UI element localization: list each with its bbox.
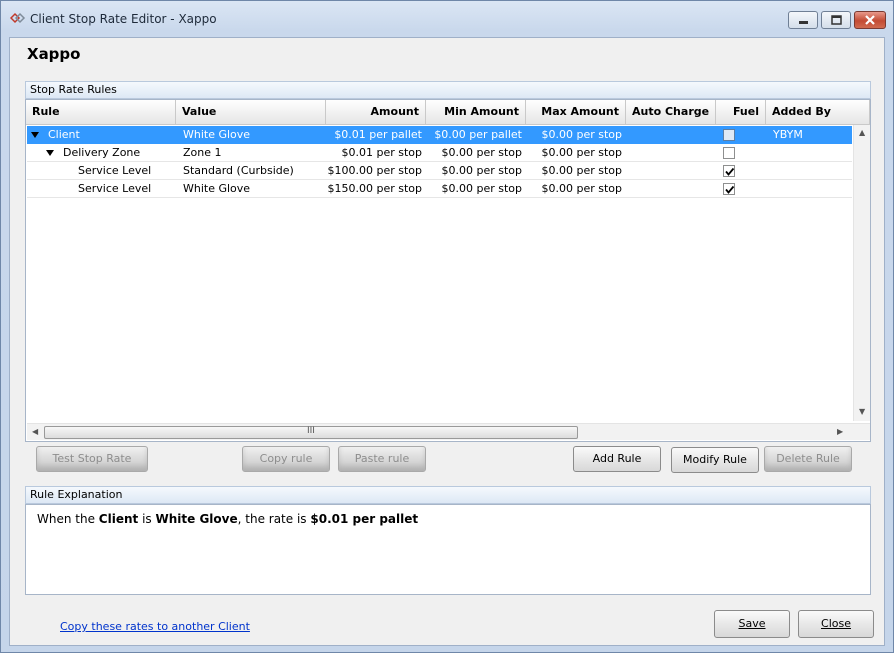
rule-explanation-text: When the Client is White Glove, the rate… <box>37 512 418 526</box>
table-row[interactable]: Client White Glove $0.01 per pallet $0.0… <box>27 126 852 144</box>
stop-rate-rules-header: Stop Rate Rules <box>25 81 871 99</box>
cell-max-amount: $0.00 per stop <box>541 182 622 195</box>
scroll-right-arrow-icon[interactable]: ▶ <box>837 427 843 436</box>
cell-amount: $0.01 per pallet <box>334 128 422 141</box>
test-stop-rate-button[interactable]: Test Stop Rate <box>36 446 148 472</box>
maximize-icon <box>831 15 842 25</box>
cell-max-amount: $0.00 per stop <box>541 146 622 159</box>
app-diamond-icon <box>10 12 26 24</box>
add-rule-button[interactable]: Add Rule <box>573 446 661 472</box>
cell-max-amount: $0.00 per stop <box>541 128 622 141</box>
table-row[interactable]: Delivery Zone Zone 1 $0.01 per stop $0.0… <box>27 144 852 162</box>
checkmark-icon <box>725 185 735 194</box>
cell-rule: Delivery Zone <box>63 146 141 159</box>
horizontal-scrollbar[interactable]: ◀ III ▶ <box>27 423 870 440</box>
fuel-checkbox[interactable] <box>723 165 735 177</box>
cell-added-by: YBYM <box>773 128 803 141</box>
modify-rule-button[interactable]: Modify Rule <box>671 447 759 473</box>
explanation-prefix: When the <box>37 512 95 526</box>
scroll-left-arrow-icon[interactable]: ◀ <box>32 427 38 436</box>
copy-rule-button[interactable]: Copy rule <box>242 446 330 472</box>
column-header-amount[interactable]: Amount <box>326 100 426 125</box>
cell-value: Standard (Curbside) <box>183 164 294 177</box>
cell-amount: $0.01 per stop <box>341 146 422 159</box>
column-header-auto-charge[interactable]: Auto Charge <box>626 100 716 125</box>
cell-value: Zone 1 <box>183 146 222 159</box>
copy-rates-link[interactable]: Copy these rates to another Client <box>60 620 250 633</box>
expand-triangle-icon[interactable] <box>31 132 39 138</box>
cell-value: White Glove <box>183 128 251 141</box>
checkmark-icon <box>725 167 735 176</box>
rule-explanation-panel: When the Client is White Glove, the rate… <box>25 504 871 595</box>
rule-explanation-header: Rule Explanation <box>25 486 871 504</box>
client-stop-rate-editor-window: Client Stop Rate Editor - Xappo Xappo St… <box>0 0 894 653</box>
minimize-icon <box>799 21 808 24</box>
window-title: Client Stop Rate Editor - Xappo <box>30 12 217 26</box>
cell-min-amount: $0.00 per stop <box>441 164 522 177</box>
close-icon <box>865 15 875 25</box>
save-button[interactable]: Save <box>714 610 790 638</box>
close-window-button[interactable] <box>854 11 886 29</box>
stop-rate-rules-grid[interactable]: Rule Value Amount Min Amount Max Amount … <box>25 99 871 442</box>
minimize-button[interactable] <box>788 11 818 29</box>
column-header-added-by[interactable]: Added By <box>766 100 870 125</box>
scroll-down-arrow-icon[interactable]: ▼ <box>859 407 865 416</box>
cell-min-amount: $0.00 per stop <box>441 182 522 195</box>
cell-rule: Service Level <box>78 182 152 195</box>
column-header-min-amount[interactable]: Min Amount <box>426 100 526 125</box>
table-row[interactable]: Service Level White Glove $150.00 per st… <box>27 180 852 198</box>
delete-rule-button[interactable]: Delete Rule <box>764 446 852 472</box>
cell-max-amount: $0.00 per stop <box>541 164 622 177</box>
column-header-fuel[interactable]: Fuel <box>716 100 766 125</box>
app-title: Xappo <box>27 45 81 63</box>
explanation-mid2: , the rate is <box>237 512 307 526</box>
explanation-rate: $0.01 per pallet <box>310 512 419 526</box>
cell-rule: Service Level <box>78 164 152 177</box>
paste-rule-button[interactable]: Paste rule <box>338 446 426 472</box>
fuel-checkbox[interactable] <box>723 129 735 141</box>
vertical-scrollbar[interactable]: ▲ ▼ <box>853 125 870 421</box>
column-header-value[interactable]: Value <box>176 100 326 125</box>
cell-rule: Client <box>48 128 80 141</box>
expand-triangle-icon[interactable] <box>46 150 54 156</box>
cell-min-amount: $0.00 per pallet <box>434 128 522 141</box>
explanation-mid: is <box>142 512 152 526</box>
cell-amount: $100.00 per stop <box>327 164 422 177</box>
table-row[interactable]: Service Level Standard (Curbside) $100.0… <box>27 162 852 180</box>
explanation-object: White Glove <box>155 512 238 526</box>
maximize-button[interactable] <box>821 11 851 29</box>
cell-amount: $150.00 per stop <box>327 182 422 195</box>
cell-value: White Glove <box>183 182 251 195</box>
column-header-rule[interactable]: Rule <box>26 100 176 125</box>
cell-min-amount: $0.00 per stop <box>441 146 522 159</box>
close-button[interactable]: Close <box>798 610 874 638</box>
horizontal-scroll-thumb[interactable]: III <box>44 426 578 439</box>
title-bar[interactable]: Client Stop Rate Editor - Xappo <box>1 1 893 37</box>
column-header-max-amount[interactable]: Max Amount <box>526 100 626 125</box>
scroll-up-arrow-icon[interactable]: ▲ <box>859 128 865 137</box>
explanation-subject: Client <box>98 512 139 526</box>
dialog-body: Xappo Stop Rate Rules Rule Value Amount … <box>9 37 885 646</box>
fuel-checkbox[interactable] <box>723 147 735 159</box>
fuel-checkbox[interactable] <box>723 183 735 195</box>
scroll-grip-icon: III <box>307 426 315 436</box>
